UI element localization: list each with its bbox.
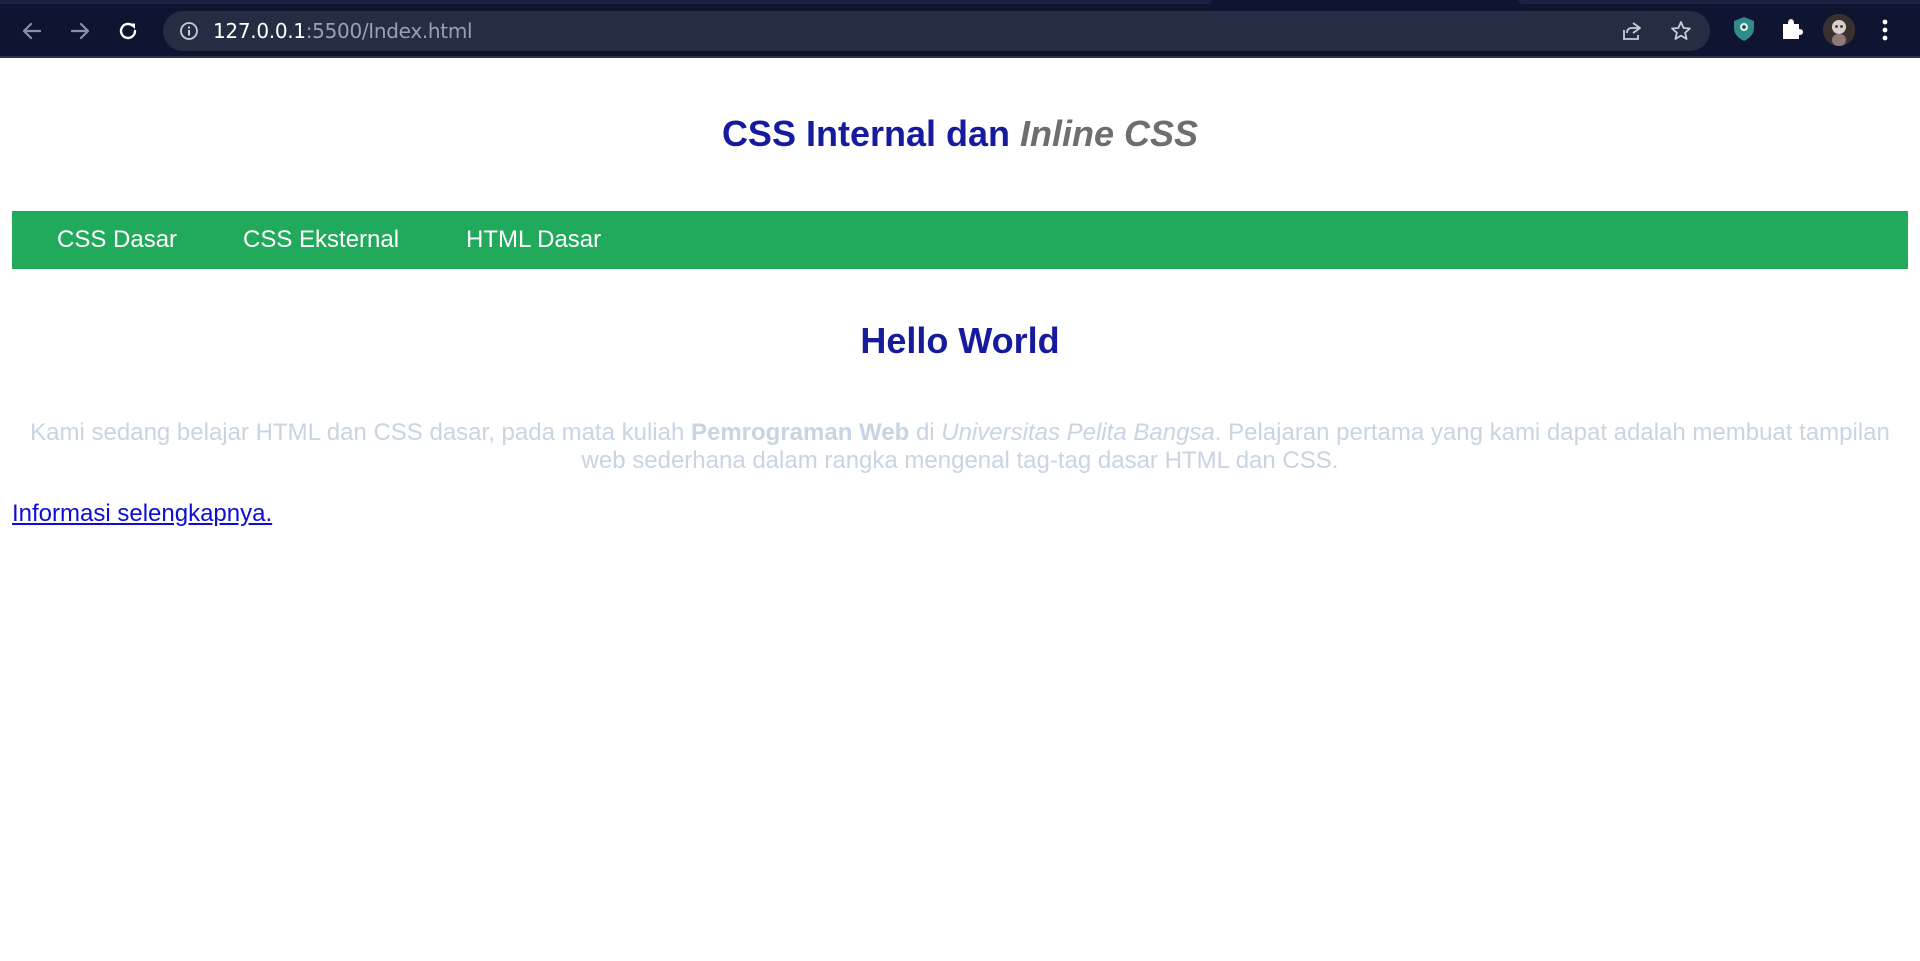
forward-button[interactable] — [62, 13, 98, 49]
url-path: :5500/Index.html — [305, 19, 473, 43]
arrow-left-icon — [22, 22, 42, 40]
shield-extension-icon[interactable] — [1731, 15, 1757, 43]
address-bar[interactable]: 127.0.0.1:5500/Index.html — [163, 11, 1710, 51]
url-text[interactable]: 127.0.0.1:5500/Index.html — [213, 19, 473, 43]
info-icon[interactable] — [179, 21, 199, 41]
paragraph-text-2: di — [909, 419, 942, 446]
title-main-text: CSS Internal dan — [721, 113, 1020, 154]
nav-link-css-dasar[interactable]: CSS Dasar — [57, 227, 177, 253]
nav-link-css-eksternal[interactable]: CSS Eksternal — [243, 227, 399, 253]
nav-bar: CSS Dasar CSS Eksternal HTML Dasar — [12, 211, 1908, 269]
more-info-link[interactable]: Informasi selengkapnya. — [12, 500, 272, 528]
reload-icon — [119, 22, 137, 40]
paragraph-italic: Universitas Pelita Bangsa — [941, 419, 1215, 446]
nav-link-html-dasar[interactable]: HTML Dasar — [466, 227, 601, 253]
tab-strip-right — [1518, 0, 1920, 4]
paragraph-text-1: Kami sedang belajar HTML dan CSS dasar, … — [30, 419, 691, 446]
web-page: CSS Internal dan Inline CSS CSS Dasar CS… — [0, 58, 1920, 961]
kebab-menu-icon[interactable] — [1877, 14, 1893, 46]
profile-avatar-image — [1823, 14, 1855, 46]
title-italic-inline: Inline — [1020, 113, 1115, 154]
star-icon[interactable] — [1669, 19, 1693, 43]
browser-toolbar: 127.0.0.1:5500/Index.html — [0, 0, 1920, 58]
back-button[interactable] — [14, 13, 50, 49]
intro-paragraph: Kami sedang belajar HTML dan CSS dasar, … — [20, 419, 1900, 475]
paragraph-bold: Pemrograman Web — [690, 419, 910, 446]
puzzle-icon[interactable] — [1779, 15, 1805, 41]
arrow-right-icon — [70, 22, 90, 40]
title-italic-css: CSS — [1114, 113, 1199, 154]
page-title: CSS Internal dan Inline CSS — [0, 113, 1920, 155]
reload-button[interactable] — [110, 13, 146, 49]
tab-strip-left — [0, 0, 1212, 4]
url-host: 127.0.0.1 — [213, 19, 306, 43]
avatar[interactable] — [1823, 14, 1855, 46]
hello-heading: Hello World — [860, 320, 1060, 361]
share-icon[interactable] — [1621, 20, 1643, 42]
